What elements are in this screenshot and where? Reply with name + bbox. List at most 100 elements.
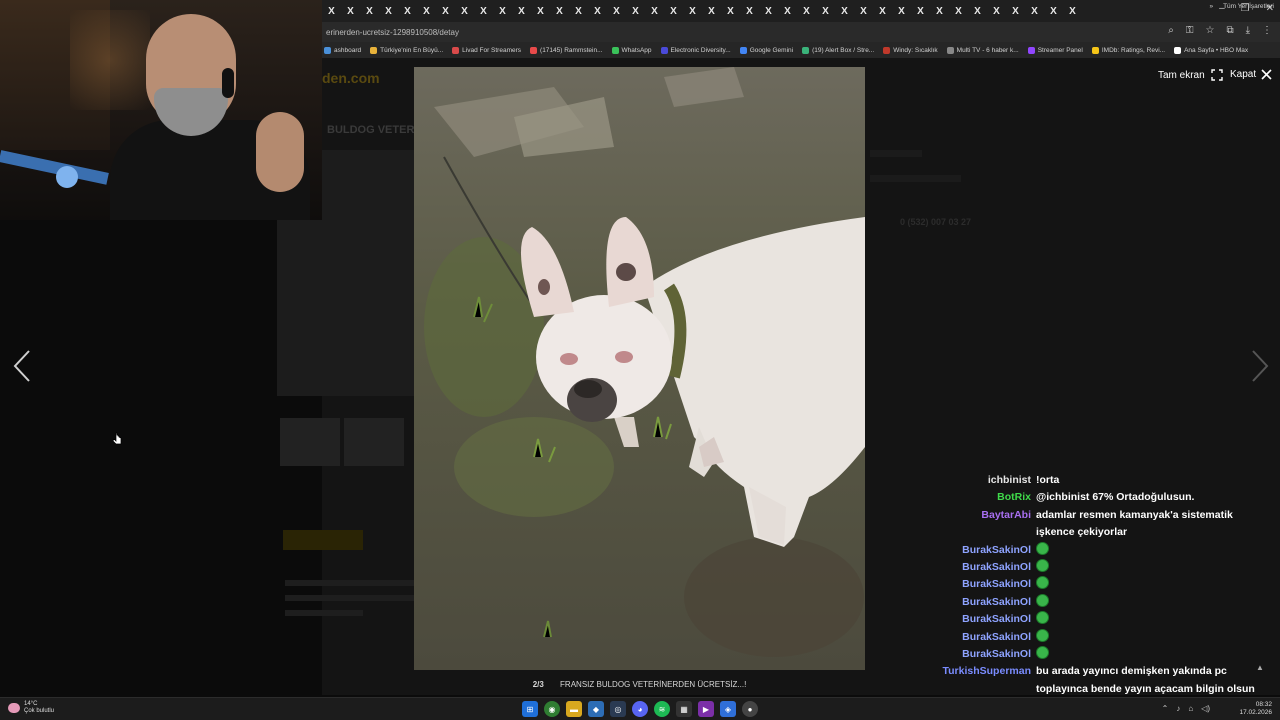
volume-icon[interactable]: ◁) — [1201, 704, 1210, 713]
browser-tab[interactable]: X — [512, 6, 531, 17]
chrome-icon[interactable]: ◉ — [544, 701, 560, 717]
browser-tab[interactable]: X — [588, 6, 607, 17]
chat-message-text: !orta — [1036, 474, 1060, 486]
browser-tab[interactable]: X — [930, 6, 949, 17]
chat-username[interactable]: BurakSakinOl — [900, 611, 1036, 628]
app-icon[interactable]: ◈ — [720, 701, 736, 717]
browser-tab[interactable]: X — [683, 6, 702, 17]
chat-username[interactable]: BurakSakinOl — [900, 594, 1036, 611]
url-text[interactable]: erinerden-ucretsiz-1298910508/detay — [326, 28, 459, 37]
browser-tab[interactable]: X — [778, 6, 797, 17]
bookmark-item[interactable]: Türkiye'nin En Büyü... — [370, 46, 443, 54]
chat-username[interactable]: BaytarAbi — [900, 507, 1036, 542]
all-bookmarks-folder[interactable]: Tüm Yer İşaretleri — [1223, 3, 1274, 10]
browser-tab[interactable]: X — [740, 6, 759, 17]
browser-tab[interactable]: X — [873, 6, 892, 17]
app-icon[interactable]: ◆ — [588, 701, 604, 717]
browser-tab[interactable]: X — [702, 6, 721, 17]
bookmark-item[interactable]: Windy: Sıcaklık — [883, 46, 938, 54]
browser-tab[interactable]: X — [664, 6, 683, 17]
microphone-tray-icon[interactable]: ♪ — [1176, 704, 1180, 713]
bookmark-item[interactable]: Ana Sayfa • HBO Max — [1174, 46, 1248, 54]
file-explorer-icon[interactable]: ▬ — [566, 701, 582, 717]
browser-tab[interactable]: X — [968, 6, 987, 17]
calculator-icon[interactable]: ▦ — [676, 701, 692, 717]
download-icon[interactable]: ⤓ — [1246, 25, 1250, 36]
fullscreen-button[interactable]: Tam ekran — [1158, 69, 1223, 81]
bookmark-item[interactable]: Electronic Diversity... — [660, 46, 731, 54]
windows-start-icon[interactable]: ⊞ — [522, 701, 538, 717]
address-bar[interactable]: erinerden-ucretsiz-1298910508/detay ⌕ ⚿ … — [322, 22, 1280, 42]
browser-tab[interactable]: X — [1006, 6, 1025, 17]
key-icon[interactable]: ⚿ — [1186, 25, 1194, 36]
browser-tab[interactable]: X — [322, 6, 341, 17]
browser-tab[interactable]: X — [398, 6, 417, 17]
chat-username[interactable]: ichbinist — [900, 472, 1036, 489]
browser-tab[interactable]: X — [721, 6, 740, 17]
chat-username[interactable]: BotRix — [900, 489, 1036, 506]
bookmark-item[interactable]: (19) Alert Box / Stre... — [802, 46, 874, 54]
browser-tab[interactable]: X — [607, 6, 626, 17]
spotify-icon[interactable]: ≋ — [654, 701, 670, 717]
browser-tab[interactable]: X — [531, 6, 550, 17]
tray-arrow-icon[interactable]: ⌃ — [1162, 704, 1169, 713]
browser-tab[interactable]: X — [759, 6, 778, 17]
close-button[interactable]: Kapat — [1230, 69, 1272, 80]
bookmark-favicon-icon — [802, 46, 810, 54]
browser-tab[interactable]: X — [911, 6, 930, 17]
menu-icon[interactable]: ⋮ — [1262, 25, 1272, 36]
bookmark-item[interactable]: Streamer Panel — [1027, 46, 1083, 54]
chat-username[interactable]: BurakSakinOl — [900, 559, 1036, 576]
clock[interactable]: 08:32 17.02.2026 — [1239, 701, 1272, 717]
bookmarks-more[interactable]: » — [1209, 3, 1213, 10]
chat-username[interactable]: BurakSakinOl — [900, 629, 1036, 646]
browser-tab[interactable]: X — [816, 6, 835, 17]
bookmark-item[interactable]: IMDb: Ratings, Revi... — [1091, 46, 1165, 54]
browser-tab[interactable]: X — [1025, 6, 1044, 17]
browser-tab[interactable]: X — [797, 6, 816, 17]
streaming-app-icon[interactable]: ▶ — [698, 701, 714, 717]
browser-tab[interactable]: X — [455, 6, 474, 17]
bookmark-item[interactable]: WhatsApp — [611, 46, 652, 54]
browser-tab[interactable]: X — [341, 6, 360, 17]
star-icon[interactable]: ☆ — [1205, 25, 1214, 36]
browser-tab[interactable]: X — [854, 6, 873, 17]
chat-scroll-indicator[interactable]: ▲ — [1256, 663, 1264, 672]
bookmark-item[interactable]: Multi TV - 6 haber k... — [946, 46, 1019, 54]
previous-image-arrow[interactable] — [10, 348, 36, 384]
bookmark-item[interactable]: ashboard — [324, 46, 361, 54]
network-icon[interactable]: ⌂ — [1188, 704, 1193, 713]
browser-tab[interactable]: X — [550, 6, 569, 17]
browser-tab[interactable]: X — [892, 6, 911, 17]
browser-tab[interactable]: X — [569, 6, 588, 17]
browser-tab[interactable]: X — [626, 6, 645, 17]
chat-username[interactable]: BurakSakinOl — [900, 576, 1036, 593]
browser-tab[interactable]: X — [474, 6, 493, 17]
browser-tab[interactable]: X — [835, 6, 854, 17]
chat-username[interactable]: BurakSakinOl — [900, 542, 1036, 559]
extensions-icon[interactable]: ⧉ — [1226, 25, 1233, 36]
steam-icon[interactable]: ◎ — [610, 701, 626, 717]
browser-tab[interactable]: X — [645, 6, 664, 17]
browser-tab[interactable]: X — [1063, 6, 1082, 17]
next-image-arrow[interactable] — [1246, 348, 1272, 384]
discord-icon[interactable]: ◕ — [632, 701, 648, 717]
browser-tab[interactable]: X — [379, 6, 398, 17]
bookmark-item[interactable]: (17145) Rammstein... — [530, 46, 603, 54]
photo-title: FRANSIZ BULDOG VETERİNERDEN ÜCRETSİZ...! — [560, 680, 747, 689]
obs-icon[interactable]: ● — [742, 701, 758, 717]
browser-tab[interactable]: X — [417, 6, 436, 17]
browser-tab[interactable]: X — [436, 6, 455, 17]
browser-tab[interactable]: X — [987, 6, 1006, 17]
browser-tab[interactable]: X — [360, 6, 379, 17]
browser-tab[interactable]: X — [1044, 6, 1063, 17]
chat-message-text — [1036, 541, 1261, 559]
weather-widget[interactable]: 14°C Çok bulutlu — [8, 701, 54, 715]
bookmark-item[interactable]: Google Gemini — [739, 46, 793, 54]
chat-username[interactable]: BurakSakinOl — [900, 646, 1036, 663]
taskbar-apps: ⊞ ◉ ▬ ◆ ◎ ◕ ≋ ▦ ▶ ◈ ● — [522, 701, 758, 717]
browser-tab[interactable]: X — [949, 6, 968, 17]
bookmark-item[interactable]: Livad For Streamers — [452, 46, 521, 54]
zoom-icon[interactable]: ⌕ — [1168, 25, 1174, 36]
browser-tab[interactable]: X — [493, 6, 512, 17]
